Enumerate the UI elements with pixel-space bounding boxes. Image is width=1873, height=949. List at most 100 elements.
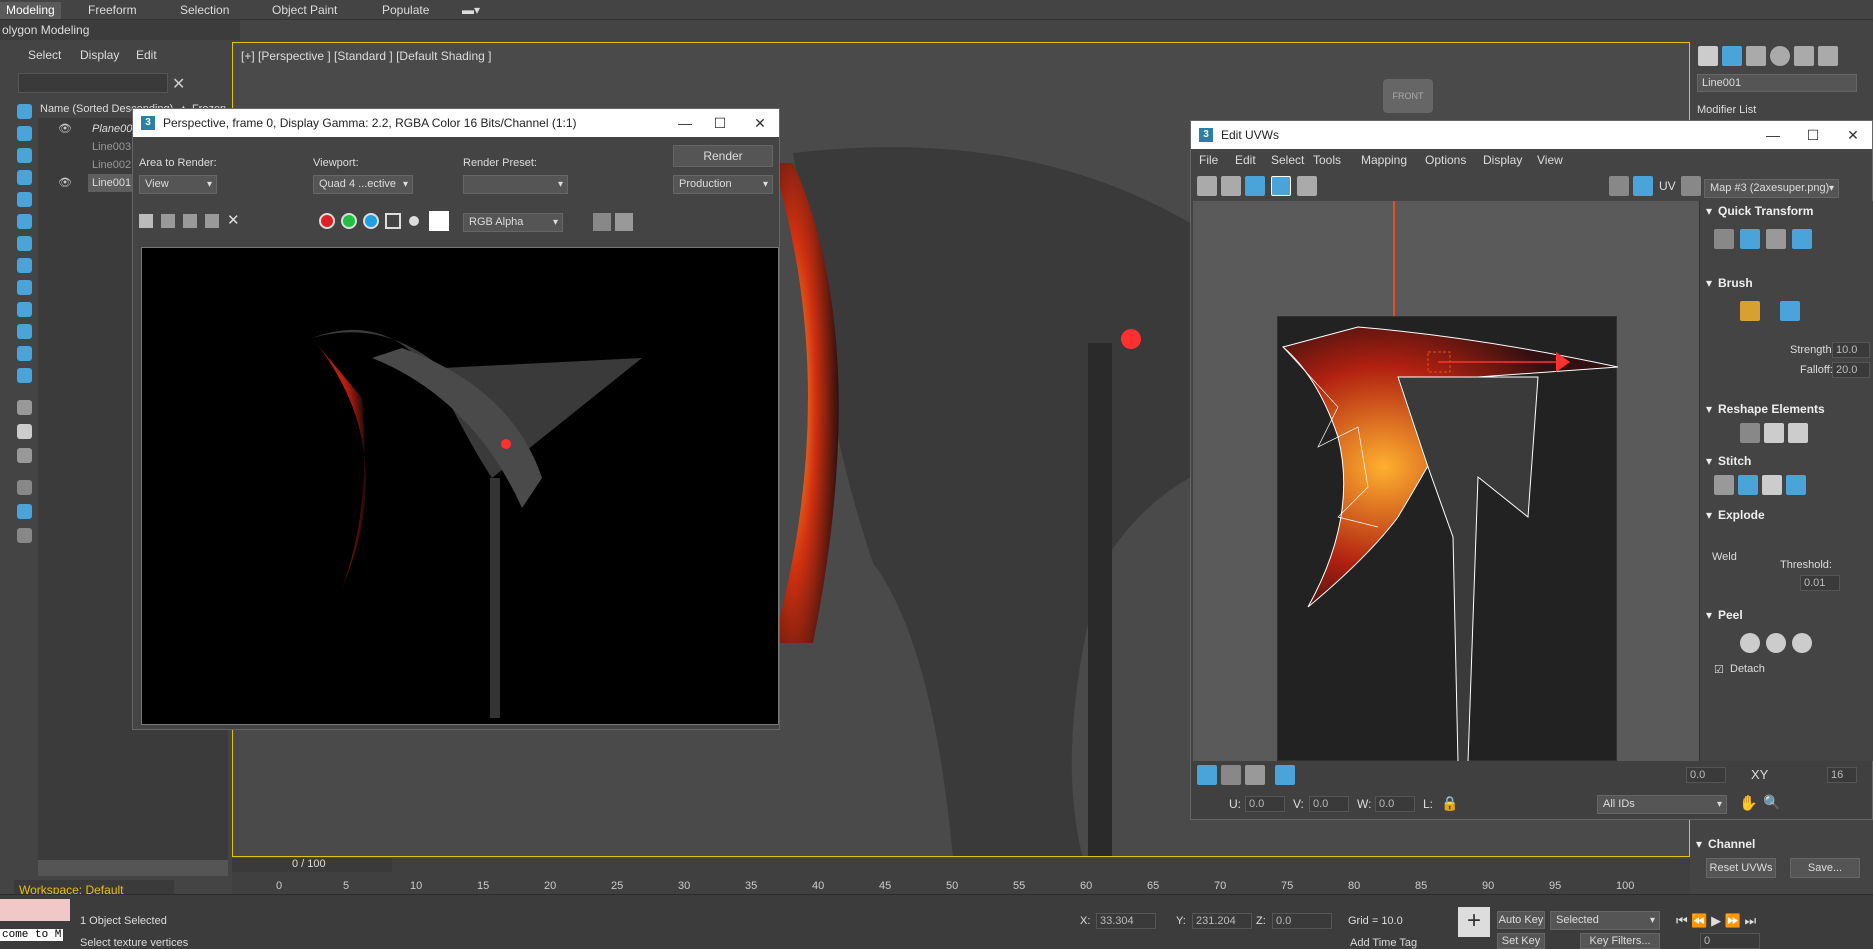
threshold-field[interactable]: 0.01 — [1800, 575, 1840, 591]
tab-populate[interactable]: Populate — [376, 2, 435, 19]
filter-icon[interactable] — [17, 448, 32, 463]
menu-view[interactable]: View — [1537, 153, 1563, 167]
reset-peel-icon[interactable] — [1792, 633, 1812, 653]
particles-icon[interactable] — [17, 346, 32, 361]
render-button[interactable]: Render — [673, 145, 773, 167]
helpers-icon[interactable] — [17, 214, 32, 229]
uvw-titlebar[interactable]: 3 Edit UVWs — ☐ ✕ — [1191, 121, 1872, 149]
add-time-tag[interactable]: Add Time Tag — [1350, 937, 1417, 949]
maximize-button[interactable]: ☐ — [1791, 121, 1835, 149]
eye-icon[interactable]: 👁 — [58, 174, 72, 192]
spacewarps-icon[interactable] — [17, 236, 32, 251]
grid-count-spinner[interactable]: 16 — [1827, 767, 1857, 783]
stitch-average-icon[interactable] — [1762, 475, 1782, 495]
maxscript-text[interactable]: come to M — [0, 929, 64, 941]
hierarchy-tab-icon[interactable] — [1746, 46, 1766, 66]
clone-icon[interactable] — [17, 424, 32, 439]
playback-controls[interactable]: ⏮ ⏪ ▶ ⏩ ⏭ — [1676, 913, 1756, 929]
mirror-icon[interactable] — [1297, 176, 1317, 196]
containers-icon[interactable] — [17, 324, 32, 339]
timeline[interactable]: 0 / 100 0 5 10 15 20 25 30 35 40 45 50 55 60 65 70 75 80… — [232, 858, 1690, 894]
maximize-button[interactable]: ☐ — [698, 109, 742, 137]
ribbon-options-icon[interactable]: ▬▾ — [456, 2, 486, 19]
zoom-icon[interactable]: 🔍 — [1763, 794, 1780, 811]
align-vertical-icon[interactable] — [1740, 229, 1760, 249]
display-tab-icon[interactable] — [1794, 46, 1814, 66]
falloff-field[interactable]: 20.0 — [1832, 362, 1870, 378]
print-icon[interactable] — [205, 214, 219, 228]
swatch-icon[interactable] — [429, 211, 449, 231]
utilities-tab-icon[interactable] — [1818, 46, 1838, 66]
lights-icon[interactable] — [17, 170, 32, 185]
close-button[interactable]: ✕ — [1831, 121, 1873, 149]
vertex-mode-icon[interactable] — [1197, 765, 1217, 785]
uv-label[interactable]: UV — [1659, 179, 1676, 193]
key-filters-button[interactable]: Key Filters... — [1580, 933, 1660, 949]
layer-icon[interactable] — [17, 400, 32, 415]
paint-brush-icon[interactable] — [1740, 301, 1760, 321]
menu-display[interactable]: Display — [1483, 153, 1522, 167]
production-dropdown[interactable]: Production — [673, 175, 773, 194]
settings-icon[interactable] — [615, 213, 633, 231]
quick-peel-icon[interactable] — [1740, 633, 1760, 653]
red-channel-icon[interactable] — [319, 213, 335, 229]
channel-header[interactable]: Channel — [1690, 834, 1860, 854]
alpha-channel-icon[interactable] — [385, 213, 401, 229]
straighten-icon[interactable] — [1740, 423, 1760, 443]
explode-header[interactable]: Explode — [1700, 505, 1870, 525]
peel-header[interactable]: Peel — [1700, 605, 1870, 625]
uv-texture-area[interactable] — [1277, 316, 1619, 761]
menu-file[interactable]: File — [1199, 153, 1218, 167]
angle-spinner[interactable]: 0.0 — [1686, 767, 1726, 783]
checker-icon[interactable] — [1609, 176, 1629, 196]
reset-uvws-button[interactable]: Reset UVWs — [1706, 858, 1776, 878]
align-horizontal-icon[interactable] — [1766, 229, 1786, 249]
scene-search-input[interactable] — [18, 73, 168, 93]
find-icon[interactable] — [17, 480, 32, 495]
u-field[interactable]: 0.0 — [1245, 796, 1285, 812]
stitch-source-icon[interactable] — [1738, 475, 1758, 495]
element-mode-icon[interactable] — [1275, 765, 1295, 785]
save-icon[interactable] — [139, 214, 153, 228]
clone-icon[interactable] — [183, 214, 197, 228]
menu-select[interactable]: Select — [28, 48, 61, 62]
scale-icon[interactable] — [1245, 176, 1265, 196]
rotate-icon[interactable] — [1221, 176, 1241, 196]
viewcube-icon[interactable]: FRONT — [1383, 79, 1433, 113]
xy-toggle[interactable]: XY — [1751, 767, 1768, 782]
quick-transform-header[interactable]: Quick Transform — [1700, 201, 1870, 221]
display-icon[interactable] — [17, 368, 32, 383]
map-icon[interactable] — [1681, 176, 1701, 196]
preset-dropdown[interactable] — [463, 175, 568, 194]
w-field[interactable]: 0.0 — [1375, 796, 1415, 812]
pack-icon[interactable] — [1788, 423, 1808, 443]
menu-display[interactable]: Display — [80, 48, 119, 62]
tab-object-paint[interactable]: Object Paint — [266, 2, 343, 19]
clear-icon[interactable]: ✕ — [227, 211, 240, 229]
save-button[interactable]: Save... — [1790, 858, 1860, 878]
relax-icon[interactable] — [1764, 423, 1784, 443]
menu-mapping[interactable]: Mapping — [1361, 153, 1407, 167]
move-icon[interactable] — [1197, 176, 1217, 196]
tab-modeling[interactable]: Modeling — [0, 2, 61, 19]
detach-checkbox[interactable]: ☑ — [1714, 663, 1724, 676]
stitch-header[interactable]: Stitch — [1700, 451, 1870, 471]
current-frame-field[interactable]: 0 — [1700, 933, 1760, 949]
viewport-dropdown[interactable]: Quad 4 ...ective — [313, 175, 413, 194]
workspace-icon[interactable] — [17, 528, 32, 543]
menu-edit[interactable]: Edit — [1235, 153, 1256, 167]
show-map-icon[interactable] — [1633, 176, 1653, 196]
ids-dropdown[interactable]: All IDs — [1597, 795, 1727, 814]
shapes-icon[interactable] — [17, 148, 32, 163]
area-dropdown[interactable]: View — [139, 175, 217, 194]
poly-mode-icon[interactable] — [1245, 765, 1265, 785]
create-tab-icon[interactable] — [1698, 46, 1718, 66]
uv-canvas[interactable] — [1193, 201, 1699, 761]
motion-tab-icon[interactable] — [1770, 46, 1790, 66]
add-key-icon[interactable]: + — [1458, 907, 1490, 937]
auto-key-button[interactable]: Auto Key — [1497, 911, 1545, 929]
rotate-ccw-icon[interactable] — [1792, 229, 1812, 249]
object-name-field[interactable]: Line001 — [1697, 74, 1857, 92]
freeform-icon[interactable] — [1271, 176, 1291, 196]
pan-icon[interactable]: ✋ — [1739, 794, 1758, 812]
